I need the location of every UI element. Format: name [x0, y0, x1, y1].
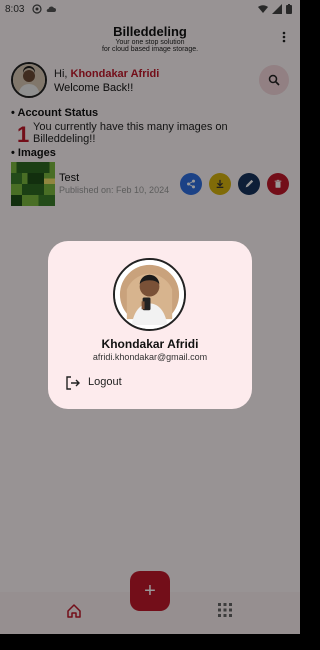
logout-button[interactable]: Logout [62, 374, 152, 392]
system-nav-bar [0, 634, 300, 650]
logout-label: Logout [88, 376, 122, 388]
logout-icon [66, 376, 80, 390]
app-screen: 8:03 Billeddeling Your one stop solution… [0, 0, 300, 634]
profile-name: Khondakar Afridi [101, 337, 199, 351]
profile-avatar [113, 258, 186, 331]
profile-dialog: Khondakar Afridi afridi.khondakar@gmail.… [48, 241, 252, 409]
profile-photo [115, 260, 184, 329]
profile-email: afridi.khondakar@gmail.com [92, 352, 208, 362]
